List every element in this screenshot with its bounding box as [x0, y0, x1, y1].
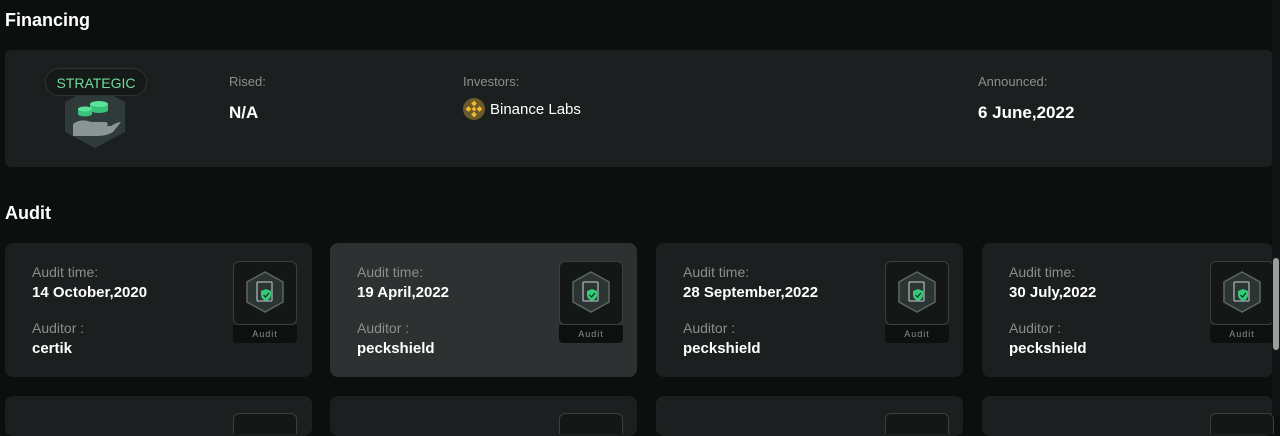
audit-time-label: Audit time: [357, 264, 424, 280]
announced-label: Announced: [978, 74, 1048, 89]
audit-time-value: 28 September,2022 [683, 284, 819, 301]
auditor-label: Auditor : [32, 320, 85, 336]
audit-badge [233, 413, 297, 434]
audit-time-label: Audit time: [1009, 264, 1076, 280]
audit-card-partial[interactable] [982, 396, 1274, 436]
auditor-value: peckshield [1009, 340, 1087, 357]
audit-badge: Audit [885, 261, 949, 343]
audit-shield-icon [898, 271, 936, 313]
audit-shield-icon [1223, 271, 1261, 313]
financing-title: Financing [5, 10, 90, 30]
audit-badge: Audit [233, 261, 297, 343]
auditor-value: peckshield [683, 340, 761, 357]
rised-value: N/A [229, 103, 259, 122]
auditor-label: Auditor : [357, 320, 410, 336]
audit-time-value: 30 July,2022 [1009, 284, 1097, 301]
audit-card[interactable]: Audit time: 14 October,2020 Auditor : ce… [5, 243, 312, 377]
announced-block: Announced: 6 June,2022 [978, 74, 1074, 123]
auditor-label: Auditor : [683, 320, 736, 336]
announced-value: 6 June,2022 [978, 103, 1075, 122]
audit-card-partial[interactable] [656, 396, 963, 436]
audit-time-value: 14 October,2020 [32, 284, 148, 301]
investors-block: Investors: Binance Labs [463, 74, 581, 120]
audit-shield-icon [246, 271, 284, 313]
audit-badge-tag: Audit [885, 325, 949, 343]
financing-card: STRATEGIC Rised: N/A Investors: Binance … [5, 50, 1273, 167]
binance-logo-icon [463, 98, 485, 120]
audit-badge: Audit [1210, 261, 1274, 343]
audit-shield-icon [572, 271, 610, 313]
audit-badge-tag: Audit [1210, 325, 1274, 343]
strategic-label: STRATEGIC [45, 68, 147, 96]
auditor-label: Auditor : [1009, 320, 1062, 336]
audit-card[interactable]: Audit time: 28 September,2022 Auditor : … [656, 243, 963, 377]
investors-label: Investors: [463, 74, 520, 89]
strategic-badge: STRATEGIC [45, 68, 149, 152]
audit-badge [559, 413, 623, 434]
audit-card[interactable]: Audit time: 30 July,2022 Auditor : pecks… [982, 243, 1274, 377]
audit-title: Audit [5, 203, 51, 223]
scrollbar-thumb[interactable] [1273, 258, 1279, 350]
auditor-value: peckshield [357, 340, 435, 357]
audit-time-label: Audit time: [32, 264, 99, 280]
audit-card-partial[interactable] [5, 396, 312, 436]
audit-card-partial[interactable] [330, 396, 637, 436]
rised-label: Rised: [229, 74, 266, 89]
auditor-value: certik [32, 340, 73, 357]
audit-time-label: Audit time: [683, 264, 750, 280]
scrollbar[interactable] [1272, 0, 1280, 416]
audit-time-value: 19 April,2022 [357, 284, 449, 301]
audit-badge-tag: Audit [559, 325, 623, 343]
audit-badge [1210, 413, 1274, 434]
audit-badge-tag: Audit [233, 325, 297, 343]
investor-link[interactable]: Binance Labs [463, 98, 581, 120]
audit-badge: Audit [559, 261, 623, 343]
audit-badge [885, 413, 949, 434]
rised-block: Rised: N/A [229, 74, 266, 123]
investor-name: Binance Labs [490, 100, 581, 118]
audit-card[interactable]: Audit time: 19 April,2022 Auditor : peck… [330, 243, 637, 377]
